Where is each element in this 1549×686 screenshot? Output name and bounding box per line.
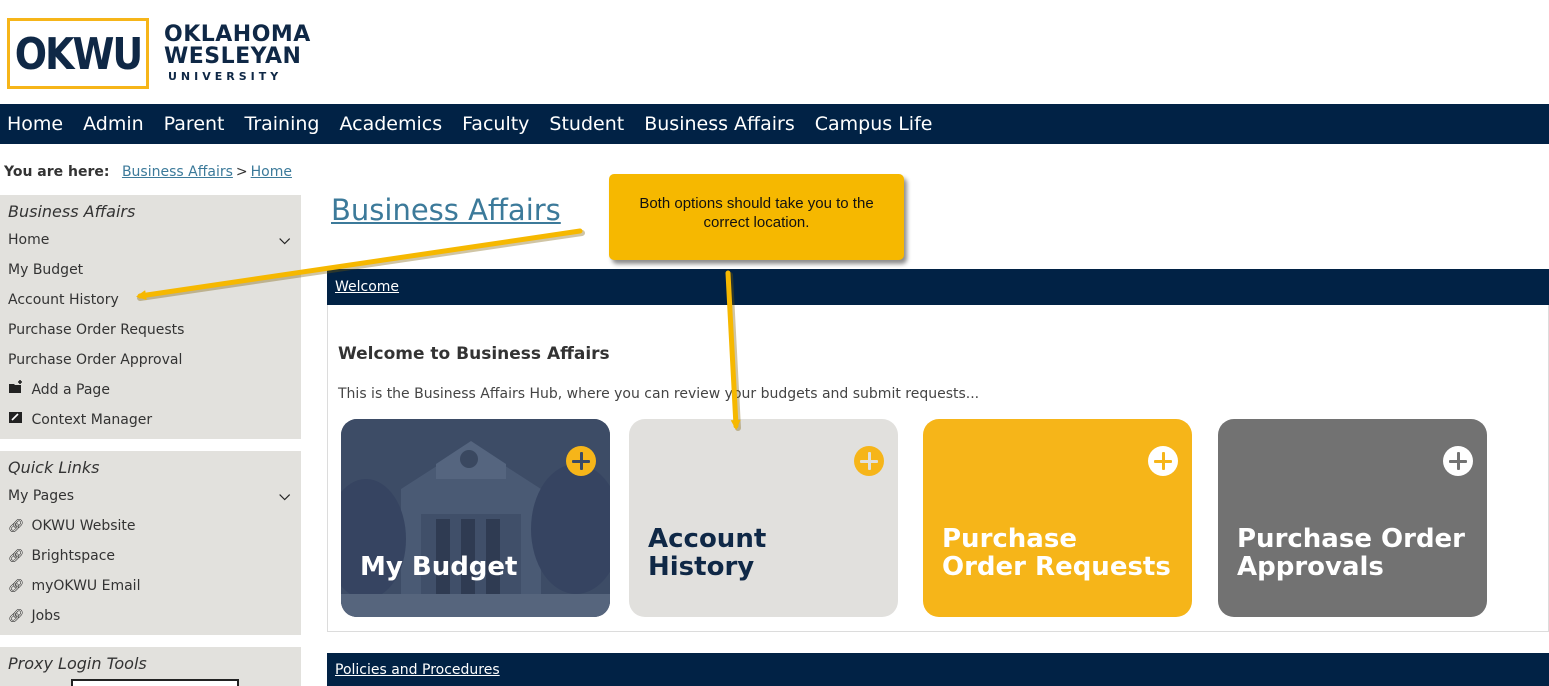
welcome-description: This is the Business Affairs Hub, where … xyxy=(338,386,980,402)
policies-panel-link[interactable]: Policies and Procedures xyxy=(335,662,500,678)
nav-business-affairs[interactable]: Business Affairs xyxy=(644,113,795,135)
sidebar-section-title: Business Affairs xyxy=(8,202,136,221)
sidebar-item-purchase-order-requests[interactable]: Purchase Order Requests xyxy=(0,315,301,345)
sidebar-item-label: Add a Page xyxy=(31,382,110,398)
sidebar-item-home[interactable]: Home ⌵ xyxy=(0,225,301,255)
sidebar-section-business-affairs: Business Affairs Home ⌵ My Budget Accoun… xyxy=(0,195,301,439)
tile-label: My Budget xyxy=(360,553,518,581)
sidebar-item-my-budget[interactable]: My Budget xyxy=(0,255,301,285)
nav-admin[interactable]: Admin xyxy=(83,113,144,135)
page-title[interactable]: Business Affairs xyxy=(331,193,561,227)
link-icon: 🔗︎ xyxy=(8,579,25,594)
okwu-logo[interactable]: OKWU xyxy=(7,18,149,89)
nav-campus-life[interactable]: Campus Life xyxy=(815,113,933,135)
annotation-callout: Both options should take you to the corr… xyxy=(609,174,904,260)
tile-label-line1: My Budget xyxy=(360,552,518,582)
sidebar-item-jobs[interactable]: 🔗︎ Jobs xyxy=(0,601,301,631)
nav-parent[interactable]: Parent xyxy=(164,113,225,135)
proxy-login-input[interactable] xyxy=(71,679,239,686)
tile-label: Account History xyxy=(648,525,766,581)
breadcrumb: You are here: Business Affairs > Home xyxy=(4,164,292,180)
wordmark-line-1: OKLAHOMA xyxy=(164,22,311,47)
sidebar-item-okwu-website[interactable]: 🔗︎ OKWU Website xyxy=(0,511,301,541)
plus-icon xyxy=(854,446,884,476)
top-navigation: Home Admin Parent Training Academics Fac… xyxy=(0,104,1549,144)
nav-student[interactable]: Student xyxy=(549,113,624,135)
tile-label: Purchase Order Approvals xyxy=(1237,525,1465,581)
university-wordmark[interactable]: OKLAHOMA WESLEYAN UNIVERSITY xyxy=(164,22,311,84)
tile-label-line2: Approvals xyxy=(1237,552,1384,582)
sidebar-item-purchase-order-approval[interactable]: Purchase Order Approval xyxy=(0,345,301,375)
tile-label-line1: Account xyxy=(648,524,767,554)
tile-my-budget[interactable]: My Budget xyxy=(341,419,610,617)
sidebar-item-label: Jobs xyxy=(31,608,61,624)
sidebar-item-brightspace[interactable]: 🔗︎ Brightspace xyxy=(0,541,301,571)
tile-purchase-order-requests[interactable]: Purchase Order Requests xyxy=(923,419,1192,617)
welcome-panel-header: Welcome xyxy=(327,269,1549,305)
wordmark-line-3: UNIVERSITY xyxy=(168,70,283,83)
breadcrumb-business-affairs[interactable]: Business Affairs xyxy=(122,164,233,180)
logo-mark: OKWU xyxy=(14,28,144,79)
sidebar-item-account-history[interactable]: Account History xyxy=(0,285,301,315)
breadcrumb-home[interactable]: Home xyxy=(251,164,292,180)
chevron-down-icon[interactable]: ⌵ xyxy=(279,481,290,511)
sidebar-item-label: My Budget xyxy=(8,262,84,278)
sidebar-section-quick-links: Quick Links My Pages ⌵ 🔗︎ OKWU Website 🔗… xyxy=(0,451,301,635)
sidebar-item-label: OKWU Website xyxy=(31,518,136,534)
sidebar-item-context-manager[interactable]: Context Manager xyxy=(0,405,301,435)
nav-training[interactable]: Training xyxy=(245,113,320,135)
sidebar-item-label: My Pages xyxy=(8,488,75,504)
sidebar-item-my-pages[interactable]: My Pages ⌵ xyxy=(0,481,301,511)
nav-faculty[interactable]: Faculty xyxy=(462,113,529,135)
chevron-down-icon[interactable]: ⌵ xyxy=(279,225,290,255)
tile-label-line1: Purchase xyxy=(942,524,1077,554)
sidebar-item-label: Home xyxy=(8,232,50,248)
add-page-icon xyxy=(8,376,24,406)
sidebar-section-title: Proxy Login Tools xyxy=(8,654,147,673)
sidebar-item-add-a-page[interactable]: Add a Page xyxy=(0,375,301,405)
site-header: OKWU OKLAHOMA WESLEYAN UNIVERSITY xyxy=(0,0,1549,104)
sidebar-item-label: myOKWU Email xyxy=(31,578,141,594)
building-photo-image xyxy=(341,419,610,617)
plus-icon xyxy=(1148,446,1178,476)
policies-panel-header: Policies and Procedures xyxy=(327,653,1549,686)
sidebar-item-label: Purchase Order Approval xyxy=(8,352,183,368)
link-icon: 🔗︎ xyxy=(8,519,25,534)
tile-account-history[interactable]: Account History xyxy=(629,419,898,617)
tile-label: Purchase Order Requests xyxy=(942,525,1171,581)
breadcrumb-label: You are here: xyxy=(4,164,110,180)
tile-label-line2: Order Requests xyxy=(942,552,1171,582)
sidebar-item-label: Context Manager xyxy=(31,412,153,428)
wordmark-line-2: WESLEYAN xyxy=(164,44,302,69)
nav-academics[interactable]: Academics xyxy=(339,113,442,135)
tile-purchase-order-approvals[interactable]: Purchase Order Approvals xyxy=(1218,419,1487,617)
sidebar-item-label: Account History xyxy=(8,292,119,308)
welcome-heading: Welcome to Business Affairs xyxy=(338,344,610,364)
tile-label-line1: Purchase Order xyxy=(1237,524,1466,554)
nav-home[interactable]: Home xyxy=(7,113,63,135)
plus-icon xyxy=(566,446,596,476)
sidebar-item-label: Brightspace xyxy=(31,548,116,564)
welcome-panel-link[interactable]: Welcome xyxy=(335,279,399,295)
tile-label-line2: History xyxy=(648,552,755,582)
link-icon: 🔗︎ xyxy=(8,549,25,564)
plus-icon xyxy=(1443,446,1473,476)
link-icon: 🔗︎ xyxy=(8,609,25,624)
sidebar: Business Affairs Home ⌵ My Budget Accoun… xyxy=(0,195,301,686)
sidebar-item-myokwu-email[interactable]: 🔗︎ myOKWU Email xyxy=(0,571,301,601)
context-manager-icon xyxy=(8,406,24,436)
sidebar-item-label: Purchase Order Requests xyxy=(8,322,185,338)
breadcrumb-separator: > xyxy=(235,164,248,180)
sidebar-section-title: Quick Links xyxy=(8,458,100,477)
